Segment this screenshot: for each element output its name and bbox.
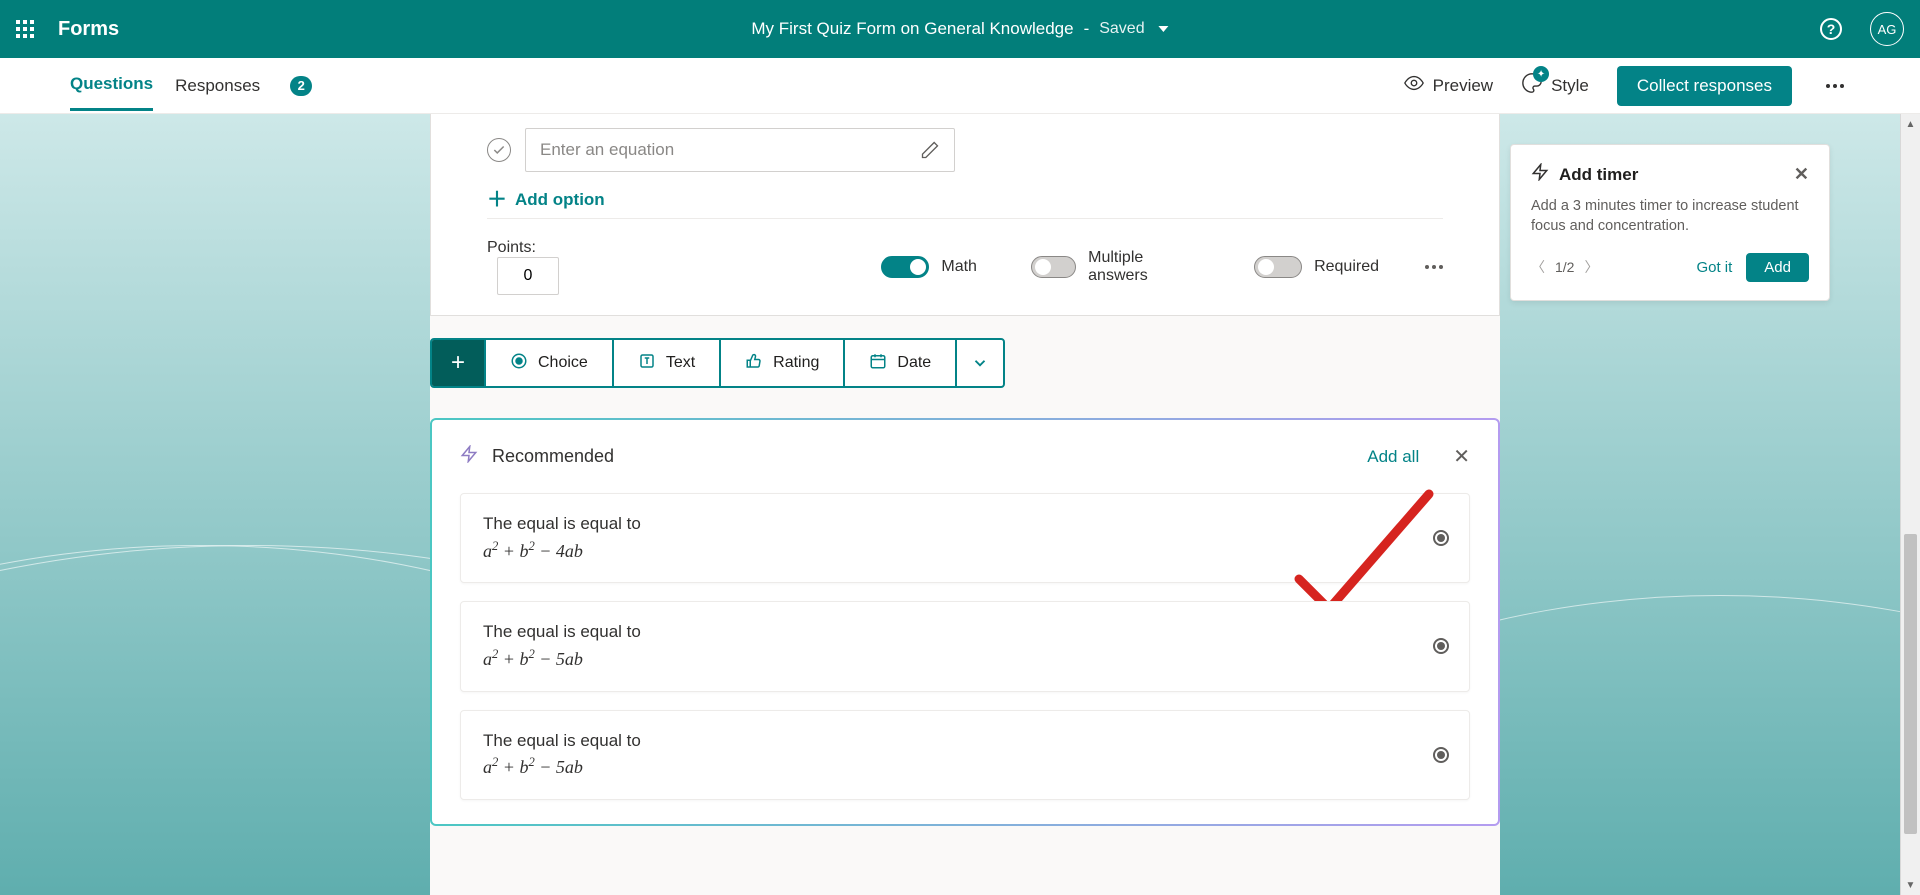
points-input[interactable] bbox=[497, 257, 559, 295]
style-notification-badge: ✦ bbox=[1533, 66, 1549, 82]
scroll-up-icon[interactable]: ▲ bbox=[1901, 114, 1920, 134]
edit-inline-icon[interactable] bbox=[920, 140, 940, 160]
recommended-title: Recommended bbox=[492, 446, 614, 467]
recommended-card[interactable]: The equal is equal to a2 + b2 − 5ab bbox=[460, 710, 1470, 800]
more-question-types-button[interactable] bbox=[957, 340, 1003, 386]
lightning-icon bbox=[460, 445, 478, 468]
style-button[interactable]: ✦ Style bbox=[1521, 72, 1589, 99]
add-question-toolbar: + Choice Text Rating Date bbox=[430, 338, 1005, 388]
eye-icon bbox=[1403, 72, 1425, 99]
tab-questions[interactable]: Questions bbox=[70, 60, 153, 111]
scroll-down-icon[interactable]: ▼ bbox=[1901, 875, 1920, 895]
scrollbar[interactable]: ▲ ▼ bbox=[1900, 114, 1920, 895]
recommended-panel: Recommended Add all ✕ The equal is equal… bbox=[430, 418, 1500, 826]
close-recommended-icon[interactable]: ✕ bbox=[1453, 444, 1470, 469]
recommended-prefix: The equal is equal to bbox=[483, 731, 641, 750]
responses-count-badge: 2 bbox=[290, 76, 312, 96]
form-editor-card: Enter an equation ＋ Add option Points: M… bbox=[430, 114, 1500, 895]
add-all-button[interactable]: Add all bbox=[1367, 447, 1419, 467]
more-options-icon[interactable] bbox=[1820, 78, 1850, 94]
radio-icon bbox=[1433, 530, 1449, 546]
recommended-card[interactable]: The equal is equal to a2 + b2 − 5ab bbox=[460, 601, 1470, 691]
style-label: Style bbox=[1551, 76, 1589, 96]
tip-prev-icon[interactable]: 〈 bbox=[1531, 257, 1545, 277]
sub-toolbar: Questions Responses 2 Preview ✦ Style Co… bbox=[0, 58, 1920, 114]
radio-icon bbox=[1433, 747, 1449, 763]
add-question-plus-button[interactable]: + bbox=[432, 340, 486, 386]
add-option-label: Add option bbox=[515, 190, 605, 210]
palette-icon: ✦ bbox=[1521, 72, 1543, 99]
top-header: Forms My First Quiz Form on General Know… bbox=[0, 0, 1920, 58]
multiple-answers-label: Multiple answers bbox=[1088, 249, 1200, 285]
tip-title: Add timer bbox=[1559, 165, 1638, 185]
tab-responses[interactable]: Responses bbox=[175, 62, 260, 110]
app-launcher-icon[interactable] bbox=[16, 20, 34, 38]
tip-body: Add a 3 minutes timer to increase studen… bbox=[1531, 196, 1809, 237]
user-avatar[interactable]: AG bbox=[1870, 12, 1904, 46]
document-title: My First Quiz Form on General Knowledge bbox=[751, 19, 1073, 39]
add-rating-button[interactable]: Rating bbox=[721, 340, 845, 386]
tip-got-it-button[interactable]: Got it bbox=[1696, 259, 1732, 276]
recommended-formula: a2 + b2 − 5ab bbox=[483, 757, 583, 777]
correct-answer-toggle-icon[interactable] bbox=[487, 138, 511, 162]
lightning-icon bbox=[1531, 163, 1549, 186]
multiple-answers-toggle[interactable] bbox=[1031, 256, 1076, 278]
recommended-card[interactable]: The equal is equal to a2 + b2 − 4ab bbox=[460, 493, 1470, 583]
close-tip-icon[interactable]: ✕ bbox=[1794, 164, 1809, 185]
math-toggle[interactable] bbox=[881, 256, 929, 278]
add-text-button[interactable]: Text bbox=[614, 340, 721, 386]
equation-input[interactable]: Enter an equation bbox=[525, 128, 955, 172]
document-title-wrap[interactable]: My First Quiz Form on General Knowledge … bbox=[751, 19, 1168, 39]
date-label: Date bbox=[897, 354, 931, 372]
add-choice-button[interactable]: Choice bbox=[486, 340, 614, 386]
recommended-prefix: The equal is equal to bbox=[483, 622, 641, 641]
question-more-icon[interactable] bbox=[1425, 265, 1443, 269]
recommended-formula: a2 + b2 − 4ab bbox=[483, 541, 583, 561]
preview-button[interactable]: Preview bbox=[1403, 72, 1493, 99]
tip-page-indicator: 1/2 bbox=[1555, 259, 1574, 275]
required-toggle[interactable] bbox=[1254, 256, 1302, 278]
option-row: Enter an equation bbox=[487, 128, 1443, 172]
text-label: Text bbox=[666, 354, 695, 372]
math-toggle-label: Math bbox=[941, 258, 977, 276]
calendar-icon bbox=[869, 352, 887, 375]
points-group: Points: bbox=[487, 239, 605, 295]
question-footer: Points: Math Multiple answers Required bbox=[487, 218, 1443, 295]
points-label: Points: bbox=[487, 239, 536, 256]
thumbs-up-icon bbox=[745, 352, 763, 375]
recommended-formula: a2 + b2 − 5ab bbox=[483, 649, 583, 669]
choice-label: Choice bbox=[538, 354, 588, 372]
tip-add-button[interactable]: Add bbox=[1746, 253, 1809, 282]
saved-status: Saved bbox=[1099, 20, 1144, 38]
recommended-prefix: The equal is equal to bbox=[483, 514, 641, 533]
rating-label: Rating bbox=[773, 354, 819, 372]
radio-icon bbox=[510, 352, 528, 375]
help-icon[interactable]: ? bbox=[1820, 18, 1842, 40]
scroll-thumb[interactable] bbox=[1904, 534, 1917, 834]
add-option-button[interactable]: ＋ Add option bbox=[487, 190, 1443, 210]
tip-next-icon[interactable]: 〉 bbox=[1584, 257, 1598, 277]
add-date-button[interactable]: Date bbox=[845, 340, 957, 386]
app-name[interactable]: Forms bbox=[58, 18, 119, 41]
plus-icon: ＋ bbox=[487, 190, 507, 210]
question-editor: Enter an equation ＋ Add option Points: M… bbox=[430, 114, 1500, 316]
chevron-down-icon[interactable] bbox=[1159, 26, 1169, 32]
required-label: Required bbox=[1314, 258, 1379, 276]
collect-responses-button[interactable]: Collect responses bbox=[1617, 66, 1792, 106]
separator: - bbox=[1084, 19, 1090, 39]
preview-label: Preview bbox=[1433, 76, 1493, 96]
tip-card: Add timer ✕ Add a 3 minutes timer to inc… bbox=[1510, 144, 1830, 301]
radio-icon bbox=[1433, 638, 1449, 654]
text-icon bbox=[638, 352, 656, 375]
equation-placeholder: Enter an equation bbox=[540, 140, 674, 160]
